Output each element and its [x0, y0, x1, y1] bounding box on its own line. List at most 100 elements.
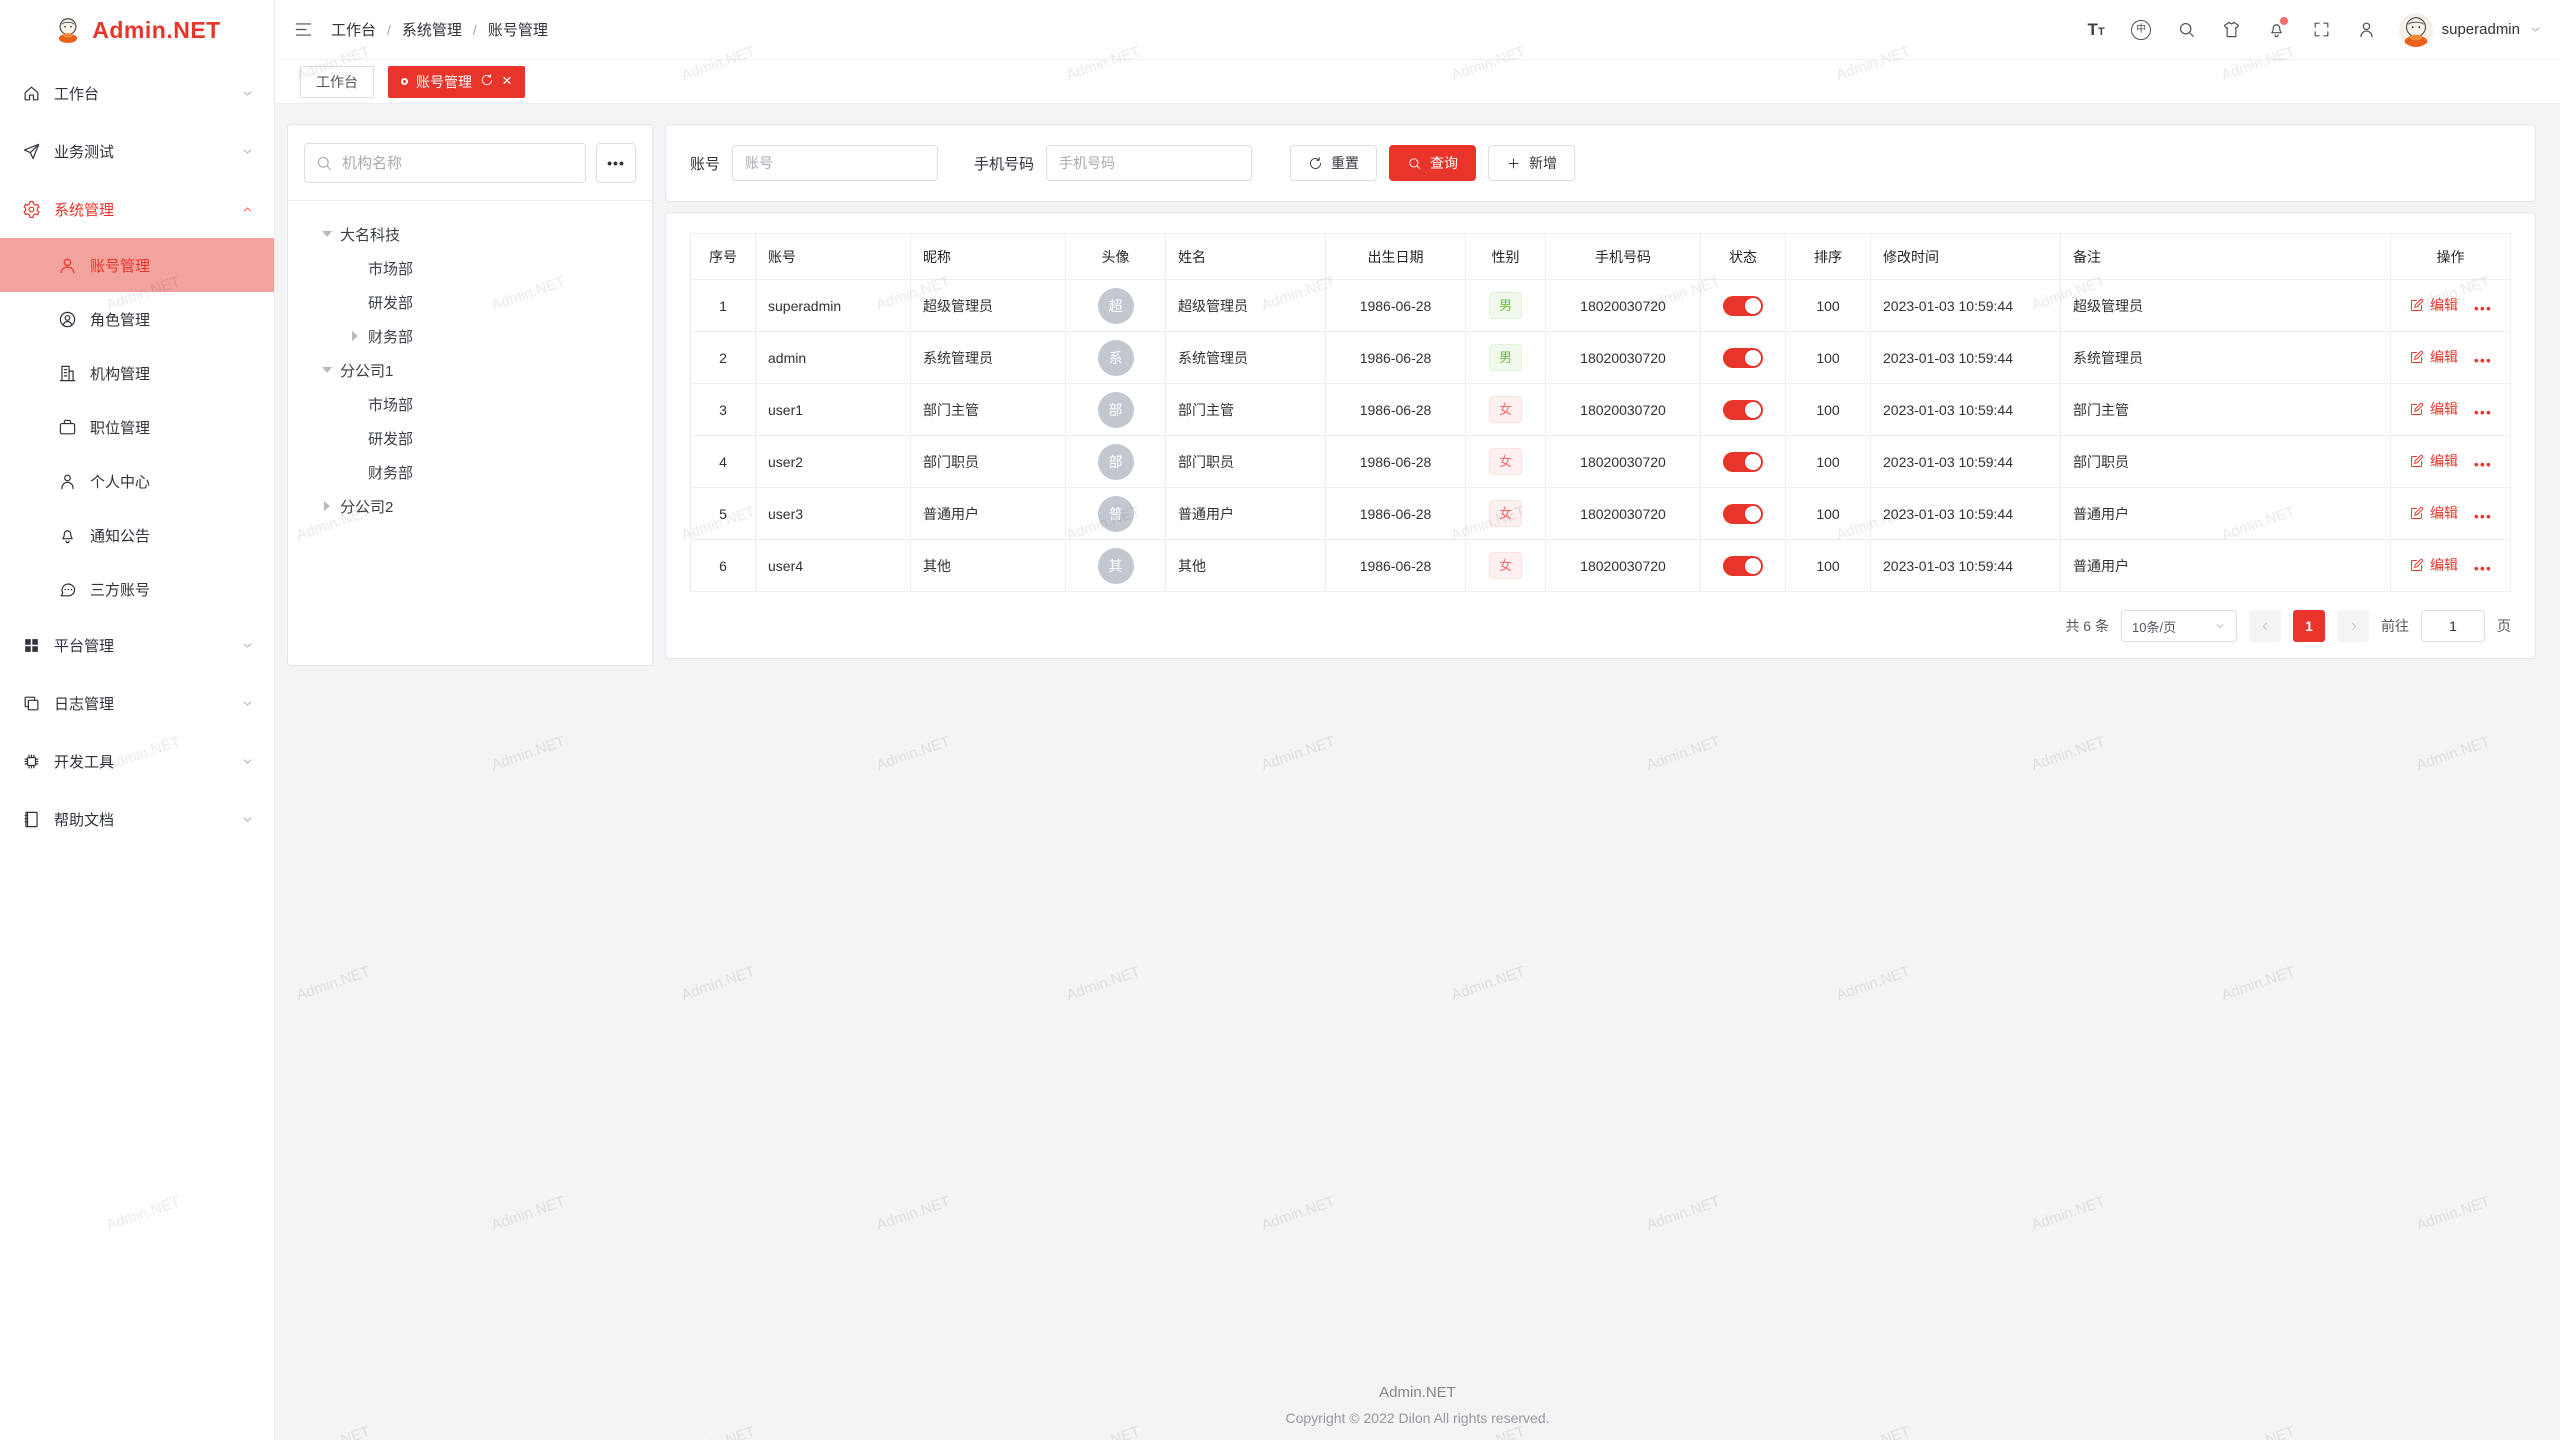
sidebar-item-dev-tools[interactable]: 开发工具 — [0, 732, 274, 790]
col-name: 姓名 — [1166, 234, 1326, 280]
sidebar-item-role-management[interactable]: 角色管理 — [0, 292, 274, 346]
status-toggle[interactable] — [1723, 400, 1763, 420]
more-actions-button[interactable]: ••• — [2474, 405, 2492, 420]
tree-node[interactable]: 研发部 — [304, 285, 636, 319]
reset-button[interactable]: 重置 — [1290, 145, 1377, 181]
table-row: 4 user2 部门职员 部 部门职员 1986-06-28 女 1802003… — [691, 436, 2511, 488]
table-row: 5 user3 普通用户 普 普通用户 1986-06-28 女 1802003… — [691, 488, 2511, 540]
breadcrumb-item[interactable]: 工作台 — [331, 19, 376, 40]
current-page[interactable]: 1 — [2293, 610, 2325, 642]
grid-icon — [22, 636, 41, 655]
theme-icon[interactable] — [2209, 9, 2254, 51]
breadcrumb-item[interactable]: 系统管理 — [402, 19, 462, 40]
status-toggle[interactable] — [1723, 504, 1763, 524]
status-toggle[interactable] — [1723, 296, 1763, 316]
notification-bell-icon[interactable] — [2254, 9, 2299, 51]
user-outline-icon[interactable] — [2344, 9, 2389, 51]
sidebar-item-log-management[interactable]: 日志管理 — [0, 674, 274, 732]
col-modified: 修改时间 — [1871, 234, 2061, 280]
edit-button[interactable]: 编辑 — [2409, 295, 2458, 315]
col-account: 账号 — [756, 234, 911, 280]
tree-node[interactable]: 研发部 — [304, 421, 636, 455]
breadcrumb: 工作台 / 系统管理 / 账号管理 — [331, 19, 548, 40]
logo[interactable]: Admin.NET — [0, 0, 274, 60]
status-toggle[interactable] — [1723, 556, 1763, 576]
refresh-icon[interactable] — [480, 73, 494, 90]
tree-node[interactable]: 大名科技 — [304, 217, 636, 251]
phone-input[interactable] — [1046, 145, 1252, 181]
more-actions-button[interactable]: ••• — [2474, 301, 2492, 316]
user-icon — [58, 256, 77, 275]
sidebar-item-third-party-account[interactable]: 三方账号 — [0, 562, 274, 616]
edit-button[interactable]: 编辑 — [2409, 451, 2458, 471]
breadcrumb-item[interactable]: 账号管理 — [488, 19, 548, 40]
menu-fold-icon[interactable] — [283, 10, 323, 50]
sidebar-item-position-management[interactable]: 职位管理 — [0, 400, 274, 454]
avatar-badge: 部 — [1098, 444, 1134, 480]
tree-node[interactable]: 财务部 — [304, 319, 636, 353]
sidebar-item-organization-management[interactable]: 机构管理 — [0, 346, 274, 400]
tab-workbench[interactable]: 工作台 — [300, 66, 374, 98]
fullscreen-icon[interactable] — [2299, 9, 2344, 51]
status-toggle[interactable] — [1723, 348, 1763, 368]
account-input[interactable] — [732, 145, 938, 181]
breadcrumb-separator: / — [473, 22, 477, 38]
tree-node[interactable]: 市场部 — [304, 251, 636, 285]
font-size-icon[interactable]: TT — [2074, 9, 2119, 51]
right-column: 账号 手机号码 重置 查询 新增 — [665, 124, 2536, 659]
tree-more-button[interactable]: ••• — [596, 143, 636, 183]
sidebar-item-personal-center[interactable]: 个人中心 — [0, 454, 274, 508]
search-icon[interactable] — [2164, 9, 2209, 51]
col-remark: 备注 — [2061, 234, 2391, 280]
page-size-select[interactable]: 10条/页 — [2121, 610, 2237, 642]
query-button[interactable]: 查询 — [1389, 145, 1476, 181]
more-actions-button[interactable]: ••• — [2474, 509, 2492, 524]
navbar-actions: TT 中 superadmin — [2074, 9, 2542, 51]
col-birthdate: 出生日期 — [1326, 234, 1466, 280]
col-gender: 性别 — [1466, 234, 1546, 280]
gender-tag: 男 — [1489, 344, 1522, 371]
caret-down-icon[interactable] — [322, 231, 332, 237]
next-page-button[interactable] — [2337, 610, 2369, 642]
avatar-badge: 其 — [1098, 548, 1134, 584]
tree-node[interactable]: 市场部 — [304, 387, 636, 421]
chevron-down-icon — [241, 755, 254, 768]
status-toggle[interactable] — [1723, 452, 1763, 472]
tree-node[interactable]: 分公司2 — [304, 489, 636, 523]
edit-button[interactable]: 编辑 — [2409, 347, 2458, 367]
language-icon[interactable]: 中 — [2119, 9, 2164, 51]
caret-down-icon[interactable] — [322, 367, 332, 373]
avatar-badge: 普 — [1098, 496, 1134, 532]
add-button[interactable]: 新增 — [1488, 145, 1575, 181]
tree-node[interactable]: 分公司1 — [304, 353, 636, 387]
sidebar-item-platform-management[interactable]: 平台管理 — [0, 616, 274, 674]
caret-right-icon[interactable] — [352, 331, 358, 341]
sidebar-item-help-docs[interactable]: 帮助文档 — [0, 790, 274, 848]
tree-node[interactable]: 财务部 — [304, 455, 636, 489]
caret-right-icon[interactable] — [324, 501, 330, 511]
close-icon[interactable]: × — [502, 72, 512, 89]
avatar-badge: 部 — [1098, 392, 1134, 428]
sidebar-item-notice[interactable]: 通知公告 — [0, 508, 274, 562]
table-row: 6 user4 其他 其 其他 1986-06-28 女 18020030720… — [691, 540, 2511, 592]
sidebar-item-account-management[interactable]: 账号管理 — [0, 238, 274, 292]
tab-account-management[interactable]: 账号管理 × — [388, 66, 525, 98]
more-actions-button[interactable]: ••• — [2474, 353, 2492, 368]
edit-button[interactable]: 编辑 — [2409, 503, 2458, 523]
edit-button[interactable]: 编辑 — [2409, 399, 2458, 419]
prev-page-button[interactable] — [2249, 610, 2281, 642]
more-actions-button[interactable]: ••• — [2474, 457, 2492, 472]
org-name-search-input[interactable] — [304, 143, 586, 183]
edit-button[interactable]: 编辑 — [2409, 555, 2458, 575]
goto-page-input[interactable] — [2421, 610, 2485, 642]
active-dot-icon — [401, 78, 408, 85]
sidebar-item-workbench[interactable]: 工作台 — [0, 64, 274, 122]
org-icon — [58, 364, 77, 383]
sidebar-item-system-management[interactable]: 系统管理 — [0, 180, 274, 238]
more-actions-button[interactable]: ••• — [2474, 561, 2492, 576]
user-menu[interactable]: superadmin — [2399, 13, 2542, 47]
sidebar-item-business-test[interactable]: 业务测试 — [0, 122, 274, 180]
notification-badge — [2280, 17, 2288, 25]
content-area: ••• 大名科技 市场部 研发部 财务部 分公司1 市场部 研发部 财务部 分公… — [275, 104, 2560, 1440]
monk-logo-icon — [53, 15, 83, 45]
